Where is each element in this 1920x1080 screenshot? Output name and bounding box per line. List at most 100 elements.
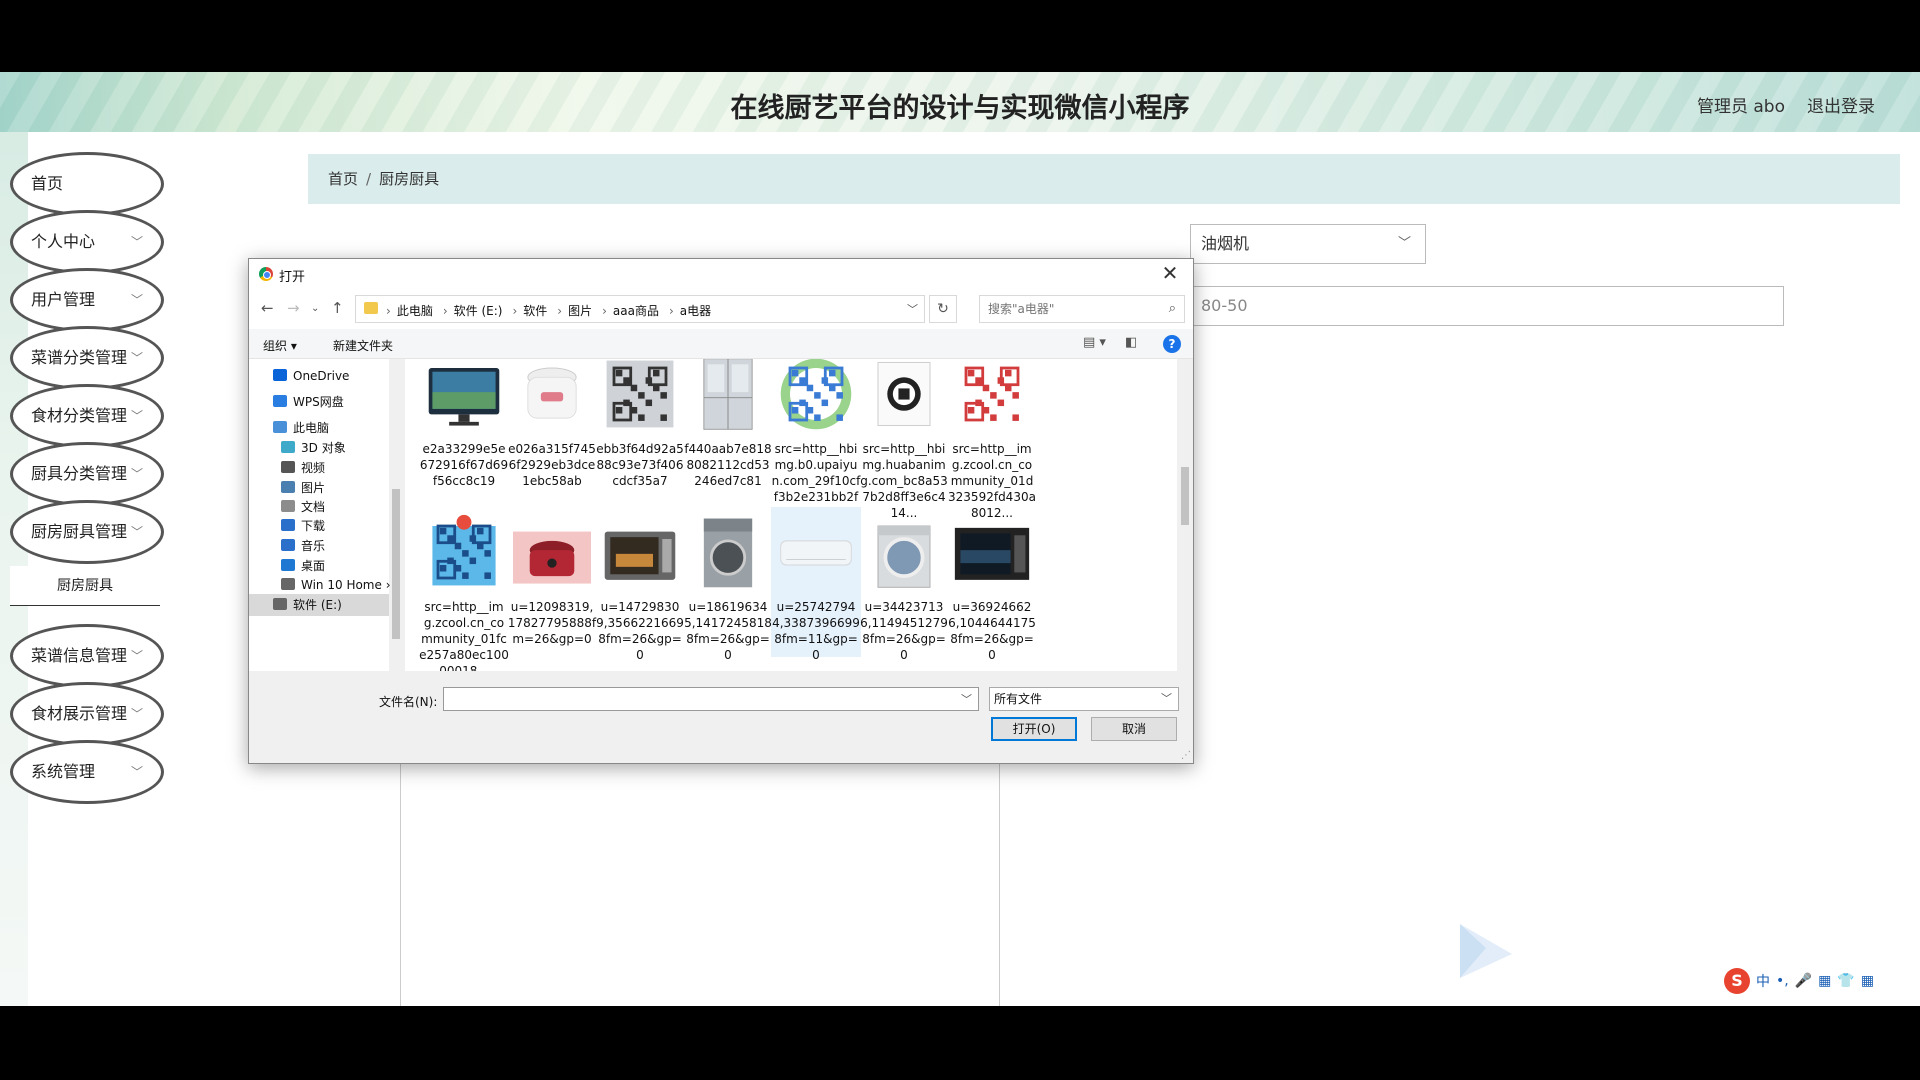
recent-dropdown-icon[interactable]: ⌄ — [311, 303, 319, 314]
chevron-down-icon: ﹀ — [130, 235, 143, 249]
nav-pane-item[interactable]: OneDrive — [273, 365, 349, 387]
nav-pane-item[interactable]: 下载 — [281, 515, 325, 537]
location-icon — [273, 421, 287, 433]
breadcrumb-home[interactable]: 首页 — [328, 170, 358, 188]
sidebar-item[interactable]: 个人中心 ﹀ — [10, 210, 164, 274]
filetype-select[interactable]: 所有文件 ﹀ — [989, 687, 1179, 711]
folder-search-box[interactable]: ⌕ — [979, 295, 1185, 323]
ime-punctuation-icon[interactable]: •, — [1776, 973, 1789, 989]
toolbox-icon[interactable]: ▦ — [1861, 973, 1874, 989]
new-folder-button[interactable]: 新建文件夹 — [333, 337, 393, 354]
file-thumbnail — [428, 368, 500, 426]
nav-pane-scrollbar[interactable] — [389, 359, 403, 671]
category-select[interactable]: 油烟机 ﹀ — [1190, 224, 1426, 264]
dialog-title: 打开 — [279, 270, 306, 285]
address-bar[interactable]: › 此电脑 › 软件 (E:) › 软件 › 图片 › aaa商品 › a电器 ﹀ — [355, 295, 925, 323]
sogou-logo-icon[interactable]: S — [1724, 968, 1750, 994]
path-segment[interactable]: 此电脑 — [397, 304, 433, 318]
chrome-icon — [259, 267, 273, 281]
dialog-close-button[interactable]: ✕ — [1155, 261, 1185, 285]
filetype-value: 所有文件 — [994, 692, 1043, 706]
sidebar-item[interactable]: 食材展示管理 ﹀ — [10, 682, 164, 746]
file-item[interactable]: e026a315f7456f2929eb3dce1ebc58ab — [507, 359, 597, 501]
keyboard-icon[interactable]: ▦ — [1818, 973, 1831, 989]
file-thumbnail — [877, 525, 931, 588]
file-item[interactable]: u=12098319,17827795888fm=26&gp=0 — [507, 507, 597, 657]
filename-input[interactable]: ﹀ — [443, 687, 979, 711]
path-segment[interactable]: 软件 — [523, 304, 547, 318]
sidebar-item[interactable]: 首页 — [10, 152, 164, 216]
cancel-button[interactable]: 取消 — [1091, 717, 1177, 741]
chevron-down-icon: ﹀ — [130, 409, 143, 423]
location-icon — [281, 578, 295, 590]
microphone-icon[interactable]: 🎤 — [1795, 973, 1812, 989]
file-thumbnail — [513, 531, 591, 584]
up-arrow-icon[interactable]: ↑ — [331, 299, 344, 317]
refresh-button[interactable]: ↻ — [929, 295, 957, 323]
file-item[interactable]: src=http__img.zcool.cn_community_01fce25… — [419, 507, 509, 671]
chevron-down-icon: ﹀ — [130, 649, 143, 663]
sidebar-item-label: 系统管理 — [31, 762, 96, 781]
sidebar-item-label: 厨房厨具管理 — [31, 522, 128, 541]
location-icon — [273, 598, 287, 610]
chevron-down-icon[interactable]: ﹀ — [961, 691, 972, 707]
nav-pane-item[interactable]: 此电脑 — [273, 417, 329, 439]
breadcrumb: 首页 / 厨房厨具 — [328, 168, 439, 189]
nav-pane-item[interactable]: 软件 (E:) — [249, 594, 389, 616]
path-segment[interactable]: a电器 — [680, 304, 711, 318]
nav-pane-item[interactable]: 视频 — [281, 457, 325, 479]
sidebar-item[interactable]: 菜谱信息管理 ﹀ — [10, 624, 164, 688]
organize-menu[interactable]: 组织 ▾ — [263, 337, 297, 354]
help-icon[interactable]: ? — [1163, 335, 1181, 353]
sidebar-item[interactable]: 系统管理 ﹀ — [10, 740, 164, 804]
nav-pane-item[interactable]: 3D 对象 — [281, 437, 346, 459]
sidebar-item[interactable]: 菜谱分类管理 ﹀ — [10, 326, 164, 390]
file-item[interactable]: e2a33299e5e672916f67d69f56cc8c19 — [419, 359, 509, 501]
folder-search-input[interactable] — [980, 296, 1150, 322]
file-name: u=147298309,35662216698fm=26&gp=0 — [596, 600, 684, 662]
filename-label: 文件名(N): — [379, 695, 438, 709]
skin-shirt-icon[interactable]: 👕 — [1837, 973, 1854, 989]
address-dropdown-icon[interactable]: ﹀ — [907, 301, 918, 317]
back-arrow-icon[interactable]: ← — [261, 299, 274, 317]
file-list-scrollbar[interactable] — [1177, 359, 1193, 671]
nav-pane-item[interactable]: 音乐 — [281, 535, 325, 557]
file-thumbnail — [604, 531, 676, 580]
file-item[interactable]: src=http__img.zcool.cn_community_01d3235… — [947, 359, 1037, 520]
breadcrumb-current: 厨房厨具 — [379, 170, 440, 188]
file-item[interactable]: u=344237136,11494512798fm=26&gp=0 — [859, 507, 949, 662]
ime-toolbar: S 中 •, 🎤 ▦ 👕 ▦ — [1724, 966, 1904, 996]
dialog-nav-row: ← → ⌄ ↑ › 此电脑 › 软件 (E:) › 软件 › 图片 › aaa商品 › a电器 ﹀ ↻… — [249, 289, 1193, 329]
chevron-down-icon: ﹀ — [130, 525, 143, 539]
sidebar-item[interactable]: 厨具分类管理 ﹀ — [10, 442, 164, 506]
spec-input[interactable]: 80-50 — [1190, 286, 1784, 326]
resize-grip-icon[interactable]: ⋰ — [1181, 750, 1191, 761]
path-segment[interactable]: 软件 (E:) — [454, 304, 503, 318]
path-segment[interactable]: 图片 — [568, 304, 592, 318]
file-item[interactable]: f440aab7e8188082112cd53246ed7c81 — [683, 359, 773, 501]
file-item[interactable]: u=257427944,33873966998fm=11&gp=0 — [771, 507, 861, 662]
sidebar-subitem[interactable]: 厨房厨具 — [10, 566, 160, 606]
nav-pane-item[interactable]: Win 10 Home › — [281, 574, 391, 596]
preview-pane-icon[interactable]: ◧ — [1125, 335, 1137, 350]
file-item[interactable]: u=147298309,35662216698fm=26&gp=0 — [595, 507, 685, 662]
ime-chinese-mode[interactable]: 中 — [1756, 971, 1770, 991]
sidebar-item[interactable]: 厨房厨具管理 ﹀ — [10, 500, 164, 564]
address-breadcrumbs: › 此电脑 › 软件 (E:) › 软件 › 图片 › aaa商品 › a电器 — [386, 304, 712, 318]
path-segment[interactable]: aaa商品 — [613, 304, 659, 318]
nav-pane-item[interactable]: WPS网盘 — [273, 391, 344, 413]
file-item[interactable]: u=186196345,14172458188fm=26&gp=0 — [683, 507, 773, 662]
sidebar-item-label: 菜谱信息管理 — [31, 646, 128, 665]
file-item[interactable]: u=369246626,10446441758fm=26&gp=0 — [947, 507, 1037, 662]
file-item[interactable]: src=http__hbimg.b0.upaiyun.com_29f10cff3… — [771, 359, 861, 520]
file-name: u=12098319,17827795888fm=26&gp=0 — [507, 600, 597, 646]
sidebar-item[interactable]: 用户管理 ﹀ — [10, 268, 164, 332]
sidebar-item[interactable]: 食材分类管理 ﹀ — [10, 384, 164, 448]
view-options-icon[interactable]: ▤ ▾ — [1083, 335, 1106, 350]
file-item[interactable]: src=http__hbimg.huabanimg.com_bc8a537b2d… — [859, 359, 949, 520]
file-item[interactable]: ebb3f64d92a588c93e73f406cdcf35a7 — [595, 359, 685, 501]
open-button[interactable]: 打开(O) — [991, 717, 1077, 741]
forward-arrow-icon[interactable]: → — [287, 299, 300, 317]
logout-link[interactable]: 退出登录 — [1807, 92, 1875, 117]
file-thumbnail — [703, 518, 753, 588]
